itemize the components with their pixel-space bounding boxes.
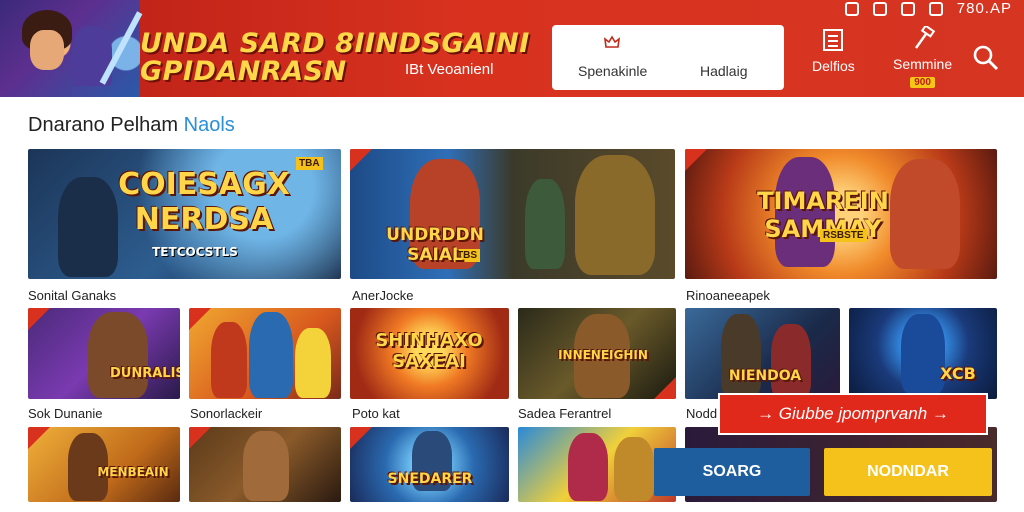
game-card-1[interactable]: TBA COIESAGX NERDSA TETCOCSTLS: [28, 149, 341, 279]
game-card-5[interactable]: [189, 308, 341, 399]
card-1-logo-line1: COIESAGX: [118, 167, 290, 202]
toggle-left-option[interactable]: Spenakinle: [578, 63, 647, 79]
card-6-logo: SHINHAXO SAXEAI: [364, 330, 494, 372]
game-card-11[interactable]: [189, 427, 341, 502]
game-card-2[interactable]: TBS UNDRDDN SAIAL: [350, 149, 675, 279]
card-8-caption: Nodd: [686, 406, 718, 421]
app-header: AP S 780.AP UNDA SARD 8IINDSGAINI GPIDAN…: [0, 0, 1024, 97]
game-card-12[interactable]: SNEDARER: [350, 427, 509, 502]
card-3-logo-line1: TIMAREIN: [757, 187, 889, 215]
card-9-logo: XCB: [940, 364, 976, 383]
card-3-tag: RSBSTE: [820, 229, 867, 242]
header-toggle-panel: Spenakinle Hadlaig: [552, 25, 784, 90]
game-card-6[interactable]: SHINHAXO SAXEAI: [350, 308, 509, 399]
card-12-logo: SNEDARER: [387, 471, 473, 487]
card-6-logo-line2: SAXEAI: [392, 351, 466, 372]
crown-icon: [604, 35, 620, 48]
details-label: Delfios: [812, 58, 855, 74]
game-card-13[interactable]: [518, 427, 676, 502]
promo-button[interactable]: → Giubbe jpomprvanh →: [718, 393, 988, 435]
game-card-3[interactable]: TIMAREIN SAMMAY RSBSTE: [685, 149, 997, 279]
status-time: 780.AP: [956, 0, 1012, 17]
details-button[interactable]: Delfios: [812, 28, 855, 74]
search-icon[interactable]: [972, 44, 1000, 72]
section-title-accent[interactable]: Naols: [184, 114, 235, 136]
game-card-10[interactable]: MENBEAIN: [28, 427, 180, 502]
game-card-4[interactable]: DUNRALIS: [28, 308, 180, 399]
primary-action-button[interactable]: SOARG: [654, 448, 810, 496]
card-7-logo: INNENEIGHIN: [558, 348, 648, 362]
card-1-logo: COIESAGX NERDSA: [104, 167, 304, 237]
summary-button[interactable]: Semmine 900: [893, 26, 952, 88]
battery-icon: [928, 1, 943, 16]
card-2-logo: UNDRDDN SAIAL: [380, 225, 490, 265]
section-title-main: Dnarano Pelham: [28, 114, 179, 136]
card-2-logo-line1: UNDRDDN: [386, 225, 484, 245]
toggle-right-option[interactable]: Hadlaig: [700, 63, 747, 79]
game-card-9[interactable]: XCB: [849, 308, 997, 399]
section-title: Dnarano Pelham Naols: [28, 114, 235, 137]
game-card-8[interactable]: NIENDOA: [685, 308, 840, 399]
list-icon: [823, 29, 844, 51]
card-6-logo-line1: SHINHAXO: [375, 330, 483, 351]
card-1-caption: Sonital Ganaks: [28, 288, 117, 303]
hero-characters-art: [0, 0, 143, 97]
brand-title-line1: UNDA SARD 8IINDSGAINI: [140, 28, 530, 59]
card-4-logo: DUNRALIS: [110, 366, 180, 381]
hammer-icon: [914, 26, 935, 49]
secondary-action-button[interactable]: NODNDAR: [824, 448, 992, 496]
card-1-logo-line2: NERDSA: [134, 202, 274, 237]
app-page: AP S 780.AP UNDA SARD 8IINDSGAINI GPIDAN…: [0, 0, 1024, 512]
card-5-caption: Sonorlackeir: [190, 406, 263, 421]
bluetooth-icon: [844, 1, 859, 16]
summary-label: Semmine: [893, 56, 953, 72]
card-10-logo: MENBEAIN: [97, 465, 169, 479]
card-7-caption: Sadea Ferantrel: [518, 406, 612, 421]
card-3-caption: Rinoaneeapek: [686, 288, 770, 303]
alarm-icon: [872, 1, 887, 16]
card-6-caption: Poto kat: [352, 406, 400, 421]
game-card-7[interactable]: INNENEIGHIN: [518, 308, 676, 399]
card-2-caption: AnerJocke: [352, 288, 414, 303]
wifi-icon: [900, 1, 915, 16]
summary-badge: 900: [910, 77, 935, 88]
card-4-caption: Sok Dunanie: [28, 406, 103, 421]
brand-subtitle: IBt Veoanienl: [405, 61, 494, 78]
card-2-logo-line2: SAIAL: [407, 245, 463, 265]
status-bar: AP S 780.AP: [0, 0, 1024, 18]
card-1-sublogo: TETCOCSTLS: [152, 245, 238, 259]
card-8-logo: NIENDOA: [728, 368, 802, 384]
